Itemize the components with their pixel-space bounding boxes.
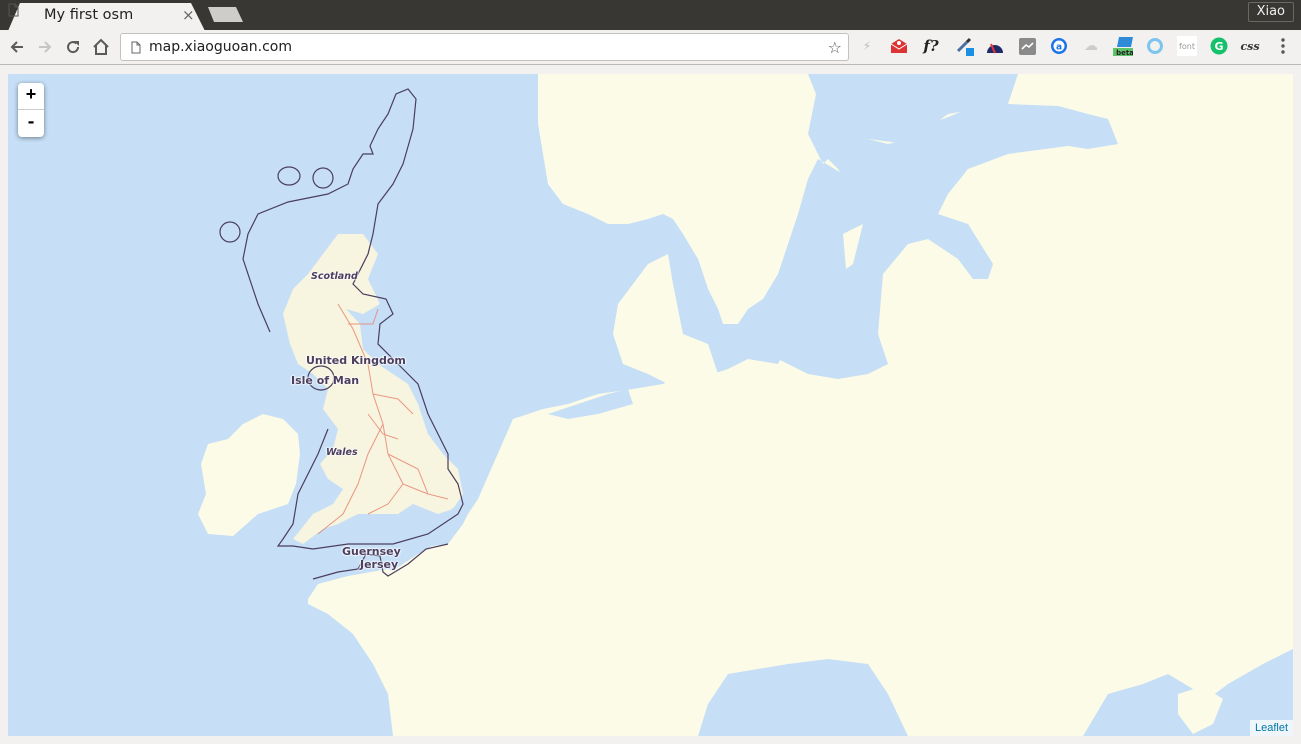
reload-button[interactable] (63, 37, 83, 57)
arrow-right-icon (39, 41, 52, 53)
border-ring-rockall (277, 166, 301, 186)
home-button[interactable] (91, 37, 111, 57)
new-tab-icon[interactable] (208, 7, 244, 23)
land-scandinavia (308, 74, 1293, 736)
water-adriatic-sea (713, 689, 788, 736)
border-ring-sula (312, 167, 334, 189)
land-ireland (198, 414, 300, 536)
home-icon (93, 38, 109, 55)
label-jersey: Jersey (360, 558, 399, 571)
page-icon (8, 3, 19, 17)
a-circle-extension-icon[interactable]: a (1049, 36, 1069, 56)
map-container[interactable]: Scotland United Kingdom Isle of Man Wale… (8, 74, 1293, 736)
map-tiles[interactable] (8, 74, 1293, 736)
land-great-britain (283, 234, 463, 544)
tab-title: My first osm (44, 7, 134, 23)
border-ring-stkilda (219, 221, 241, 243)
whatfont-extension-icon[interactable]: f? (921, 36, 941, 56)
reload-icon (67, 41, 80, 54)
lightning-extension-icon[interactable]: ⚡ (857, 36, 877, 56)
forward-button[interactable] (35, 37, 55, 57)
svg-text:beta: beta (1116, 49, 1133, 57)
chart-extension-icon[interactable] (1017, 36, 1037, 56)
svg-text:G: G (1214, 40, 1223, 53)
browser-toolbar: map.xiaoguoan.com ☆ (0, 30, 1301, 65)
grammarly-extension-icon[interactable]: G (1209, 36, 1229, 56)
page-icon (131, 41, 141, 54)
eyedropper-extension-icon[interactable] (955, 36, 975, 56)
back-button[interactable] (7, 37, 27, 57)
profile-button[interactable]: Xiao (1247, 2, 1294, 22)
zoom-out-button[interactable]: - (18, 110, 44, 137)
label-scotland: Scotland (311, 271, 358, 282)
browser-tab[interactable]: My first osm × (8, 3, 208, 31)
svg-text:a: a (1056, 43, 1062, 53)
star-icon[interactable]: ☆ (828, 38, 842, 57)
kebab-menu-icon[interactable] (1273, 36, 1293, 56)
cloud-extension-icon[interactable]: ☁ (1081, 36, 1101, 56)
font-extension-icon[interactable]: font (1177, 36, 1197, 56)
url-text[interactable]: map.xiaoguoan.com (149, 39, 292, 55)
zoom-in-button[interactable]: + (18, 83, 44, 110)
speedometer-extension-icon[interactable] (985, 36, 1005, 56)
beta-extension-icon[interactable]: beta (1113, 36, 1133, 57)
label-united-kingdom: United Kingdom (306, 354, 406, 367)
close-icon[interactable]: × (182, 6, 195, 24)
css-extension-icon[interactable]: css (1240, 36, 1260, 56)
address-bar[interactable]: map.xiaoguoan.com ☆ (120, 33, 849, 61)
mail-extension-icon[interactable] (889, 36, 909, 56)
leaflet-attribution-link[interactable]: Leaflet (1249, 720, 1293, 736)
label-isle-of-man: Isle of Man (291, 374, 360, 387)
label-wales: Wales (326, 447, 358, 458)
arrow-left-icon (10, 41, 23, 53)
label-guernsey: Guernsey (342, 545, 401, 558)
ring-extension-icon[interactable] (1145, 36, 1165, 56)
browser-title-bar: My first osm × Xiao (0, 0, 1301, 31)
zoom-control: + - (18, 83, 44, 137)
